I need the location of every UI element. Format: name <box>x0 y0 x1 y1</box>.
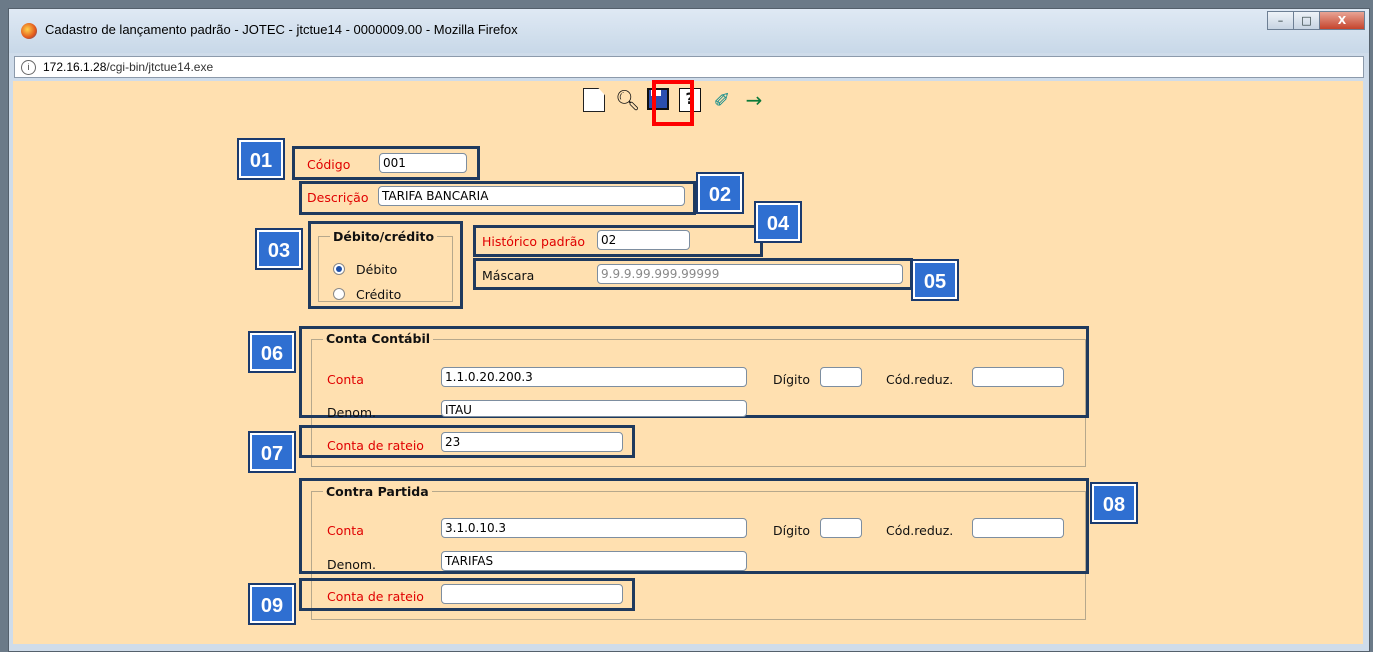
codigo-input[interactable]: 001 <box>379 153 467 173</box>
close-button[interactable]: X <box>1319 11 1365 30</box>
conta-contabil-legend: Conta Contábil <box>323 331 434 346</box>
save-highlight <box>652 80 694 126</box>
radio-debito[interactable] <box>333 263 345 275</box>
contra-partida-denom-label: Denom. <box>327 557 377 572</box>
contra-partida-legend: Contra Partida <box>323 484 432 499</box>
contra-partida-cod-reduz-label: Cód.reduz. <box>886 523 954 538</box>
badge-08: 08 <box>1090 482 1138 524</box>
historico-label: Histórico padrão <box>482 234 586 249</box>
contra-partida-conta-input[interactable]: 3.1.0.10.3 <box>441 518 747 538</box>
contra-partida-denom-input[interactable]: TARIFAS <box>441 551 747 571</box>
url-bar[interactable]: i 172.16.1.28/cgi-bin/jtctue14.exe <box>14 56 1364 78</box>
title-bar: Cadastro de lançamento padrão - JOTEC - … <box>9 9 1369 53</box>
descricao-label: Descrição <box>307 190 369 205</box>
conta-contabil-conta-input[interactable]: 1.1.0.20.200.3 <box>441 367 747 387</box>
radio-credito-label: Crédito <box>356 287 402 302</box>
badge-04: 04 <box>754 201 802 243</box>
conta-contabil-denom-label: Denom. <box>327 405 377 420</box>
badge-01: 01 <box>237 138 285 180</box>
codigo-label: Código <box>307 157 351 172</box>
debito-credito-legend: Débito/crédito <box>330 229 438 244</box>
firefox-icon <box>21 23 37 39</box>
radio-debito-label: Débito <box>356 262 398 277</box>
badge-09: 09 <box>248 583 296 625</box>
contra-partida-digito-input[interactable] <box>820 518 862 538</box>
maximize-button[interactable]: □ <box>1293 11 1320 30</box>
conta-contabil-digito-input[interactable] <box>820 367 862 387</box>
window-title: Cadastro de lançamento padrão - JOTEC - … <box>45 22 518 37</box>
historico-input[interactable]: 02 <box>597 230 690 250</box>
badge-03: 03 <box>255 228 303 270</box>
rateio-contabil-input[interactable]: 23 <box>441 432 623 452</box>
rateio-partida-input[interactable] <box>441 584 623 604</box>
info-icon[interactable]: i <box>21 60 36 75</box>
descricao-input[interactable]: TARIFA BANCARIA <box>378 186 685 206</box>
minimize-button[interactable]: – <box>1267 11 1294 30</box>
conta-contabil-cod-reduz-input[interactable] <box>972 367 1064 387</box>
conta-contabil-cod-reduz-label: Cód.reduz. <box>886 372 954 387</box>
conta-contabil-denom-input[interactable]: ITAU <box>441 400 747 417</box>
contra-partida-digito-label: Dígito <box>773 523 811 538</box>
rateio-contabil-label: Conta de rateio <box>327 438 424 453</box>
conta-contabil-digito-label: Dígito <box>773 372 811 387</box>
mascara-label: Máscara <box>482 268 535 283</box>
badge-02: 02 <box>696 172 744 214</box>
badge-07: 07 <box>248 431 296 473</box>
badge-06: 06 <box>248 331 296 373</box>
book-icon[interactable]: ✐ <box>711 88 733 112</box>
url-path: /cgi-bin/jtctue14.exe <box>106 60 214 74</box>
new-icon[interactable] <box>583 88 605 112</box>
contra-partida-conta-label: Conta <box>327 523 364 538</box>
exit-icon[interactable]: → <box>743 88 765 112</box>
mascara-input[interactable]: 9.9.9.99.999.99999 <box>597 264 903 284</box>
conta-contabil-conta-label: Conta <box>327 372 364 387</box>
radio-credito[interactable] <box>333 288 345 300</box>
badge-05: 05 <box>911 259 959 301</box>
contra-partida-cod-reduz-input[interactable] <box>972 518 1064 538</box>
find-icon[interactable]: 🔍︎ <box>615 88 640 112</box>
rateio-partida-label: Conta de rateio <box>327 589 424 604</box>
url-host: 172.16.1.28 <box>43 60 107 74</box>
window-controls: – □ X <box>1267 11 1365 30</box>
url-text: 172.16.1.28/cgi-bin/jtctue14.exe <box>43 57 213 77</box>
